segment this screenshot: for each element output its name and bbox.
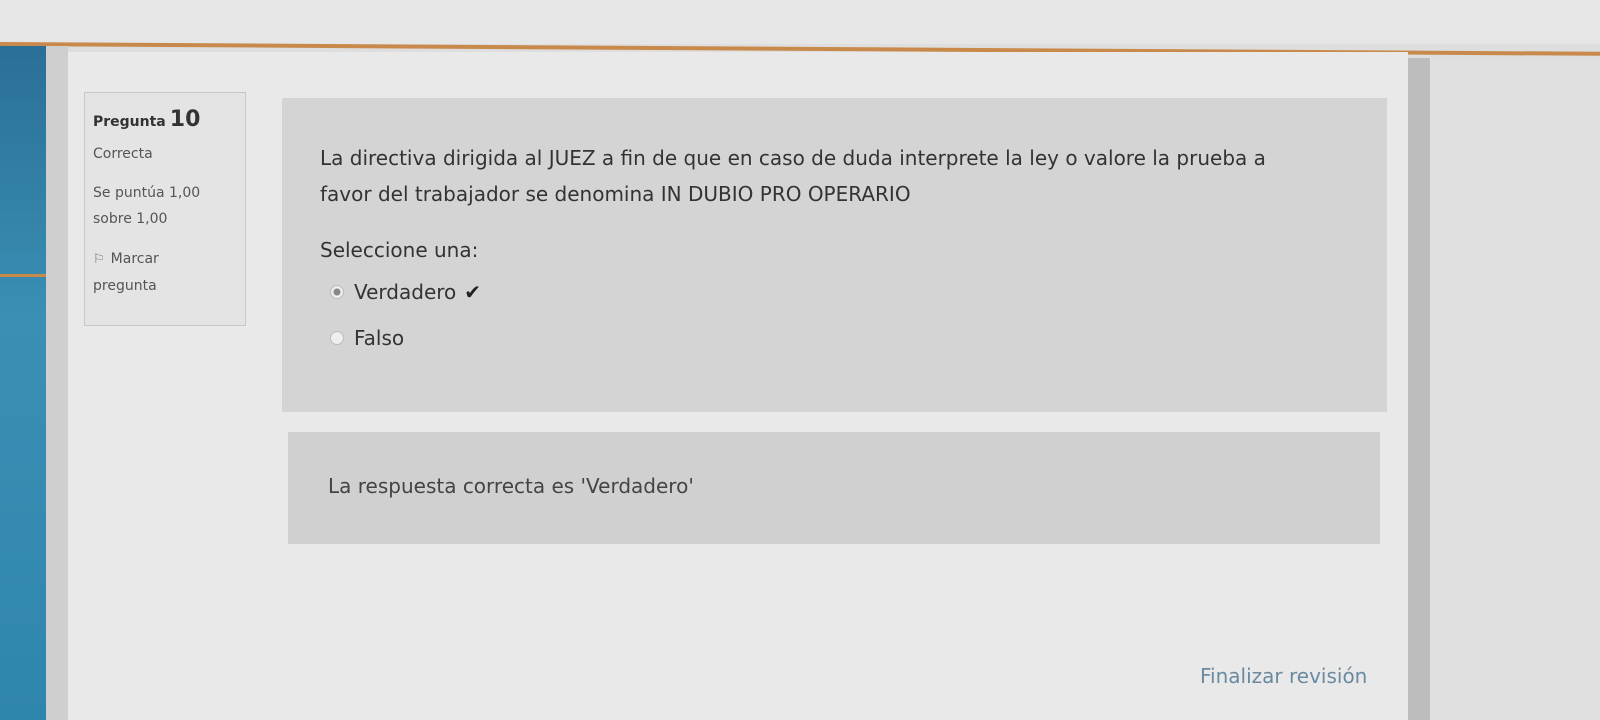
question-text-line-2: favor del trabajador se denomina IN DUBI…	[320, 182, 911, 206]
flag-icon: ⚐	[93, 252, 105, 267]
option-falso[interactable]: Falso	[330, 326, 404, 350]
answer-prompt: Seleccione una:	[320, 238, 479, 262]
right-area	[1430, 58, 1600, 720]
radio-verdadero[interactable]	[330, 285, 344, 299]
radio-falso[interactable]	[330, 331, 344, 345]
checkmark-icon: ✔	[464, 280, 482, 304]
question-state: Correcta	[93, 146, 153, 162]
question-number-value: 10	[169, 107, 201, 132]
question-grade: Se puntúa 1,00 sobre 1,00	[93, 180, 237, 232]
question-number: Pregunta 10	[93, 107, 237, 132]
browser-top-area	[0, 0, 1600, 44]
correct-answer-feedback: La respuesta correcta es 'Verdadero'	[328, 474, 694, 498]
flag-question-link[interactable]: ⚐ Marcar pregunta	[93, 246, 237, 299]
left-sidebar-strip	[0, 46, 46, 720]
option-verdadero[interactable]: Verdadero ✔	[330, 280, 481, 304]
left-border	[46, 46, 68, 720]
flag-label-1: Marcar	[110, 251, 159, 267]
grade-line-2: sobre 1,00	[93, 211, 168, 227]
sidebar-accent	[0, 274, 46, 277]
right-border	[1408, 58, 1430, 720]
grade-line-1: Se puntúa 1,00	[93, 185, 201, 201]
option-falso-label: Falso	[354, 326, 405, 350]
question-text-line-1: La directiva dirigida al JUEZ a fin de q…	[320, 146, 1266, 170]
question-info-box: Pregunta 10 Correcta Se puntúa 1,00 sobre…	[84, 92, 246, 326]
flag-label-2: pregunta	[93, 278, 157, 294]
question-label: Pregunta	[93, 114, 166, 130]
question-text: La directiva dirigida al JUEZ a fin de q…	[320, 140, 1350, 212]
finish-review-link[interactable]: Finalizar revisión	[1200, 664, 1367, 688]
option-verdadero-label: Verdadero	[354, 280, 457, 304]
